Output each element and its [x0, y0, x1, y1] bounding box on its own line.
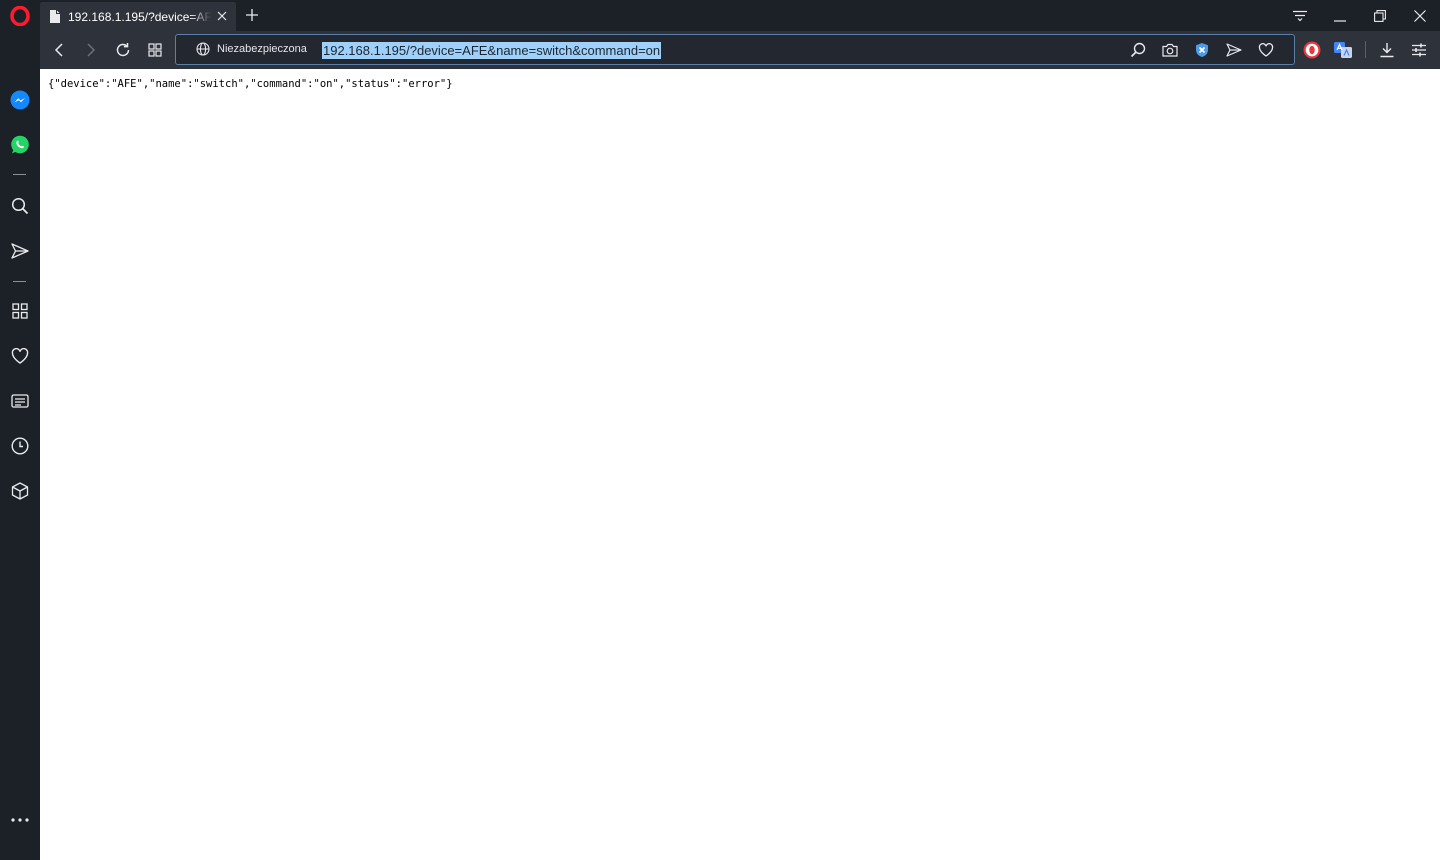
page-content: {"device":"AFE","name":"switch","command… — [40, 69, 1440, 860]
sidebar-item-bookmarks[interactable] — [8, 344, 32, 368]
plus-icon — [246, 9, 258, 21]
globe-icon — [196, 42, 210, 56]
chevron-right-icon — [87, 43, 96, 57]
close-window-button[interactable] — [1400, 0, 1440, 31]
window-controls — [1280, 0, 1440, 31]
more-horizontal-icon — [11, 818, 29, 822]
security-indicator[interactable]: Niezabezpieczona — [196, 42, 307, 56]
settings-sliders-icon — [1412, 43, 1426, 57]
chevron-left-icon — [54, 43, 63, 57]
whatsapp-icon — [11, 135, 29, 154]
restore-icon — [1374, 9, 1386, 22]
json-response-text: {"device":"AFE","name":"switch","command… — [48, 78, 453, 90]
tab-menu-icon — [1293, 10, 1307, 21]
sidebar-item-my-flow[interactable] — [8, 239, 32, 263]
vpn-extension-button[interactable] — [1301, 39, 1323, 61]
translate-icon — [1334, 42, 1352, 58]
send-icon — [11, 243, 29, 259]
security-label: Niezabezpieczona — [217, 43, 307, 55]
address-bar[interactable]: Niezabezpieczona 192.168.1.195/?device=A… — [175, 34, 1295, 65]
adblock-button[interactable] — [1186, 41, 1218, 59]
tab-active[interactable]: 192.168.1.195/?device=AFE — [40, 2, 236, 31]
reload-button[interactable] — [112, 39, 134, 61]
reload-icon — [116, 43, 130, 57]
new-tab-button[interactable] — [242, 5, 262, 25]
downloads-button[interactable] — [1376, 39, 1398, 61]
address-bar-actions — [1122, 41, 1282, 59]
bookmark-button[interactable] — [1250, 41, 1282, 59]
snapshot-button[interactable] — [1154, 41, 1186, 59]
heart-icon — [1258, 43, 1274, 57]
sidebar-more-button[interactable] — [8, 808, 32, 832]
sidebar-divider — [13, 281, 26, 282]
easy-setup-button[interactable] — [1408, 39, 1430, 61]
heart-icon — [11, 348, 29, 364]
minimize-icon — [1334, 19, 1346, 22]
url-input[interactable]: 192.168.1.195/?device=AFE&name=switch&co… — [322, 42, 662, 59]
sidebar-item-personal-news[interactable] — [8, 389, 32, 413]
news-icon — [11, 394, 29, 408]
translator-extension-button[interactable] — [1332, 39, 1354, 61]
sidebar-item-speed-dial[interactable] — [8, 299, 32, 323]
send-to-flow-button[interactable] — [1218, 41, 1250, 59]
sidebar — [0, 31, 40, 860]
sidebar-item-extensions[interactable] — [8, 479, 32, 503]
document-icon — [48, 9, 62, 25]
minimize-button[interactable] — [1320, 0, 1360, 31]
close-icon — [217, 11, 227, 21]
title-bar: 192.168.1.195/?device=AFE — [0, 0, 1440, 31]
search-icon — [1130, 42, 1146, 58]
grid-icon — [12, 303, 28, 319]
tab-menu-button[interactable] — [1280, 0, 1320, 31]
tabs-overview-button[interactable] — [144, 39, 166, 61]
search-button[interactable] — [1122, 41, 1154, 59]
sidebar-item-messenger[interactable] — [8, 88, 32, 112]
messenger-icon — [10, 90, 30, 110]
sidebar-item-whatsapp[interactable] — [8, 133, 32, 157]
sidebar-item-search[interactable] — [8, 194, 32, 218]
close-icon — [1414, 9, 1426, 22]
sidebar-item-history[interactable] — [8, 434, 32, 458]
sidebar-divider — [13, 174, 26, 175]
back-button[interactable] — [48, 39, 70, 61]
cube-icon — [11, 482, 29, 500]
camera-icon — [1162, 43, 1178, 57]
download-icon — [1380, 43, 1394, 58]
grid-icon — [148, 43, 162, 57]
search-icon — [11, 197, 29, 215]
toolbar-divider — [1365, 41, 1366, 58]
shield-extension-icon — [1303, 41, 1321, 59]
tab-close-button[interactable] — [214, 8, 230, 24]
forward-button[interactable] — [80, 39, 102, 61]
tab-title: 192.168.1.195/?device=AFE — [68, 9, 212, 24]
restore-button[interactable] — [1360, 0, 1400, 31]
browser-toolbar: Niezabezpieczona 192.168.1.195/?device=A… — [40, 31, 1440, 69]
opera-logo-icon — [10, 5, 30, 26]
opera-menu-button[interactable] — [0, 0, 40, 31]
clock-icon — [11, 437, 29, 455]
send-icon — [1226, 43, 1242, 57]
shield-icon — [1196, 43, 1208, 57]
